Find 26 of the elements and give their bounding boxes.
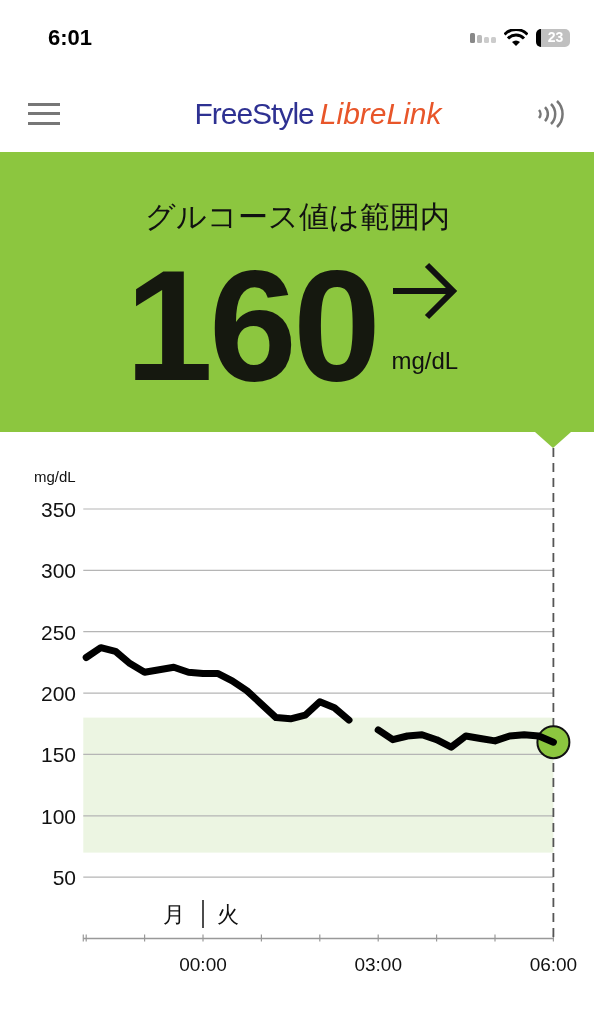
glucose-status: グルコース値は範囲内 (144, 199, 450, 235)
x-tick-label: 06:00 (529, 953, 578, 975)
y-tick-label: 300 (40, 559, 76, 583)
day-label: 火 (217, 902, 239, 927)
y-tick-label: 250 (40, 620, 76, 644)
y-tick-label: 100 (40, 804, 76, 828)
y-tick-label: 200 (40, 682, 76, 706)
nfc-scan-icon[interactable] (536, 98, 566, 129)
glucose-value: 160 (125, 245, 377, 405)
glucose-unit: mg/dL (391, 346, 459, 376)
battery-indicator: 23 (536, 28, 570, 47)
day-label: 月 (163, 902, 185, 927)
status-time: 6:01 (48, 24, 93, 52)
signal-icon (470, 32, 496, 43)
right-arrow-icon (390, 261, 459, 321)
x-tick-label: 00:00 (179, 953, 227, 975)
y-tick-label: 150 (40, 743, 76, 767)
y-tick-label: 350 (40, 498, 76, 521)
menu-button[interactable] (28, 102, 60, 125)
y-tick-label: 50 (52, 866, 76, 890)
logo-text: FreeStyle (194, 96, 314, 132)
x-tick-label: 03:00 (354, 953, 402, 975)
current-reading-dot (536, 725, 571, 760)
y-axis-unit: mg/dL (34, 468, 76, 485)
wifi-icon (504, 28, 528, 47)
logo-text: LibreLink (319, 96, 442, 132)
